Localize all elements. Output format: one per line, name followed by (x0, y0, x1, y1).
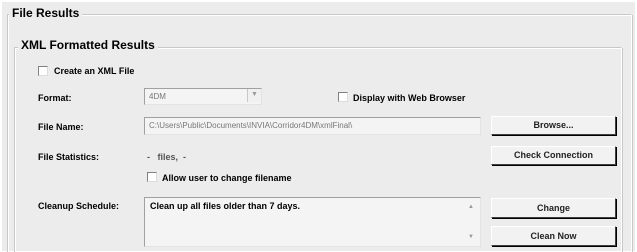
chevron-down-icon[interactable]: ▼ (247, 89, 261, 102)
cleanup-scrollbar[interactable]: ▲ ▼ (464, 198, 480, 246)
cleanup-text: Clean up all files older than 7 days. (150, 201, 301, 211)
cleanup-label: Cleanup Schedule: (38, 201, 120, 211)
file-name-input[interactable]: C:\Users\Public\Documents\INVIA\Corridor… (144, 117, 481, 135)
browse-button[interactable]: Browse... (491, 116, 616, 135)
file-stats-value: - files, - (147, 152, 187, 162)
file-name-label: File Name: (38, 122, 84, 132)
cleanup-schedule-text[interactable]: Clean up all files older than 7 days. ▲ … (144, 197, 481, 247)
scroll-up-icon[interactable]: ▲ (468, 204, 474, 210)
file-stats-label: File Statistics: (38, 152, 100, 162)
xml-results-title: XML Formatted Results (18, 38, 158, 52)
allow-change-checkbox[interactable] (147, 172, 157, 182)
display-web-checkbox[interactable] (338, 92, 348, 102)
format-label: Format: (38, 93, 72, 103)
format-value: 4DM (144, 88, 262, 105)
scroll-down-icon[interactable]: ▼ (468, 234, 474, 240)
clean-now-button[interactable]: Clean Now (491, 226, 616, 246)
create-xml-label: Create an XML File (54, 66, 135, 76)
create-xml-checkbox[interactable] (38, 66, 48, 76)
display-web-label: Display with Web Browser (353, 93, 466, 103)
file-results-panel: File Results XML Formatted Results Creat… (2, 2, 635, 252)
change-button[interactable]: Change (491, 198, 616, 218)
allow-change-label: Allow user to change filename (162, 173, 292, 183)
format-dropdown[interactable]: 4DM ▼ (144, 88, 262, 105)
file-results-title: File Results (9, 6, 83, 20)
check-connection-button[interactable]: Check Connection (491, 146, 616, 165)
